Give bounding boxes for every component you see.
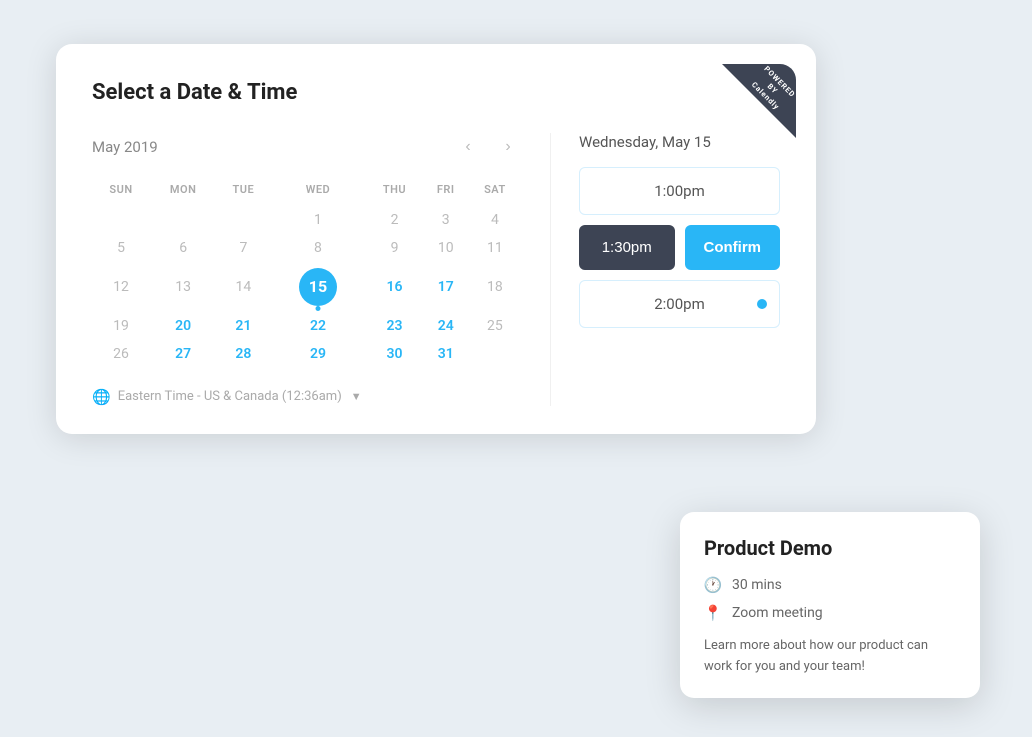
calendar-day[interactable]: 17 bbox=[424, 262, 468, 312]
calendar-day: 12 bbox=[92, 262, 150, 312]
confirm-button[interactable]: Confirm bbox=[685, 225, 781, 270]
duration-label: 30 mins bbox=[732, 577, 782, 593]
col-sun: SUN bbox=[92, 179, 150, 206]
calendar-day[interactable]: 29 bbox=[270, 340, 365, 368]
time-slot-2pm-label: 2:00pm bbox=[654, 295, 705, 313]
calendar-day: 3 bbox=[424, 206, 468, 234]
next-month-button[interactable]: › bbox=[494, 133, 522, 161]
clock-icon: 🕐 bbox=[704, 576, 722, 594]
calendar-card: POWEREDBYCalendly Select a Date & Time M… bbox=[56, 44, 816, 434]
calendar-day bbox=[468, 340, 522, 368]
powered-by-badge: POWEREDBYCalendly bbox=[722, 64, 796, 138]
calendar-day: 8 bbox=[270, 234, 365, 262]
duration-row: 🕐 30 mins bbox=[704, 576, 956, 594]
time-dot-indicator bbox=[757, 299, 767, 309]
calendar-day[interactable]: 20 bbox=[150, 312, 216, 340]
time-slot-1-30pm-button[interactable]: 1:30pm bbox=[579, 225, 675, 270]
globe-icon: 🌐 bbox=[92, 388, 111, 406]
calendar-day[interactable]: 27 bbox=[150, 340, 216, 368]
calendar-day[interactable]: 15 bbox=[270, 262, 365, 312]
product-demo-title: Product Demo bbox=[704, 536, 956, 560]
calendar-day[interactable]: 21 bbox=[216, 312, 270, 340]
product-description: Learn more about how our product can wor… bbox=[704, 636, 956, 678]
calendar-day: 10 bbox=[424, 234, 468, 262]
timezone-label: Eastern Time - US & Canada (12:36am) bbox=[118, 389, 342, 404]
calendar-day: 19 bbox=[92, 312, 150, 340]
calendar-day[interactable]: 24 bbox=[424, 312, 468, 340]
col-tue: TUE bbox=[216, 179, 270, 206]
calendar-day: 6 bbox=[150, 234, 216, 262]
time-slot-selected-row: 1:30pm Confirm bbox=[579, 225, 780, 270]
time-slot-2pm[interactable]: 2:00pm bbox=[579, 280, 780, 328]
location-label: Zoom meeting bbox=[732, 605, 823, 621]
product-meta-list: 🕐 30 mins 📍 Zoom meeting bbox=[704, 576, 956, 622]
calendar-day[interactable]: 31 bbox=[424, 340, 468, 368]
calendar-day: 11 bbox=[468, 234, 522, 262]
calendar-day[interactable]: 28 bbox=[216, 340, 270, 368]
calendar-day: 9 bbox=[365, 234, 423, 262]
page-title: Select a Date & Time bbox=[92, 80, 780, 105]
time-slots-section: Wednesday, May 15 1:00pm 1:30pm Confirm … bbox=[579, 133, 780, 406]
calendar-day: 13 bbox=[150, 262, 216, 312]
calendar-day: 26 bbox=[92, 340, 150, 368]
calendar-day bbox=[150, 206, 216, 234]
calendar-day: 25 bbox=[468, 312, 522, 340]
calendar-day: 14 bbox=[216, 262, 270, 312]
calendar-day[interactable]: 23 bbox=[365, 312, 423, 340]
timezone-caret-icon: ▼ bbox=[351, 390, 362, 403]
col-fri: FRI bbox=[424, 179, 468, 206]
calendar-grid: SUN MON TUE WED THU FRI SAT 123456789101… bbox=[92, 179, 522, 368]
product-demo-card: Product Demo 🕐 30 mins 📍 Zoom meeting Le… bbox=[680, 512, 980, 698]
location-icon: 📍 bbox=[704, 604, 722, 622]
calendar-day: 4 bbox=[468, 206, 522, 234]
calendar-day: 18 bbox=[468, 262, 522, 312]
calendar-day[interactable]: 22 bbox=[270, 312, 365, 340]
calendar-day bbox=[92, 206, 150, 234]
prev-month-button[interactable]: ‹ bbox=[454, 133, 482, 161]
calendar-day[interactable]: 30 bbox=[365, 340, 423, 368]
calendar-day: 5 bbox=[92, 234, 150, 262]
calendar-day: 7 bbox=[216, 234, 270, 262]
calendar-section: May 2019 ‹ › SUN MON TUE WED THU bbox=[92, 133, 522, 406]
calendar-day: 2 bbox=[365, 206, 423, 234]
col-thu: THU bbox=[365, 179, 423, 206]
timezone-selector[interactable]: 🌐 Eastern Time - US & Canada (12:36am) ▼ bbox=[92, 388, 522, 406]
calendar-day[interactable]: 16 bbox=[365, 262, 423, 312]
col-wed: WED bbox=[270, 179, 365, 206]
calendar-month-year: May 2019 bbox=[92, 138, 454, 156]
location-row: 📍 Zoom meeting bbox=[704, 604, 956, 622]
col-sat: SAT bbox=[468, 179, 522, 206]
calendar-day bbox=[216, 206, 270, 234]
calendar-divider bbox=[550, 133, 551, 406]
time-slot-1pm[interactable]: 1:00pm bbox=[579, 167, 780, 215]
calendar-day: 1 bbox=[270, 206, 365, 234]
col-mon: MON bbox=[150, 179, 216, 206]
